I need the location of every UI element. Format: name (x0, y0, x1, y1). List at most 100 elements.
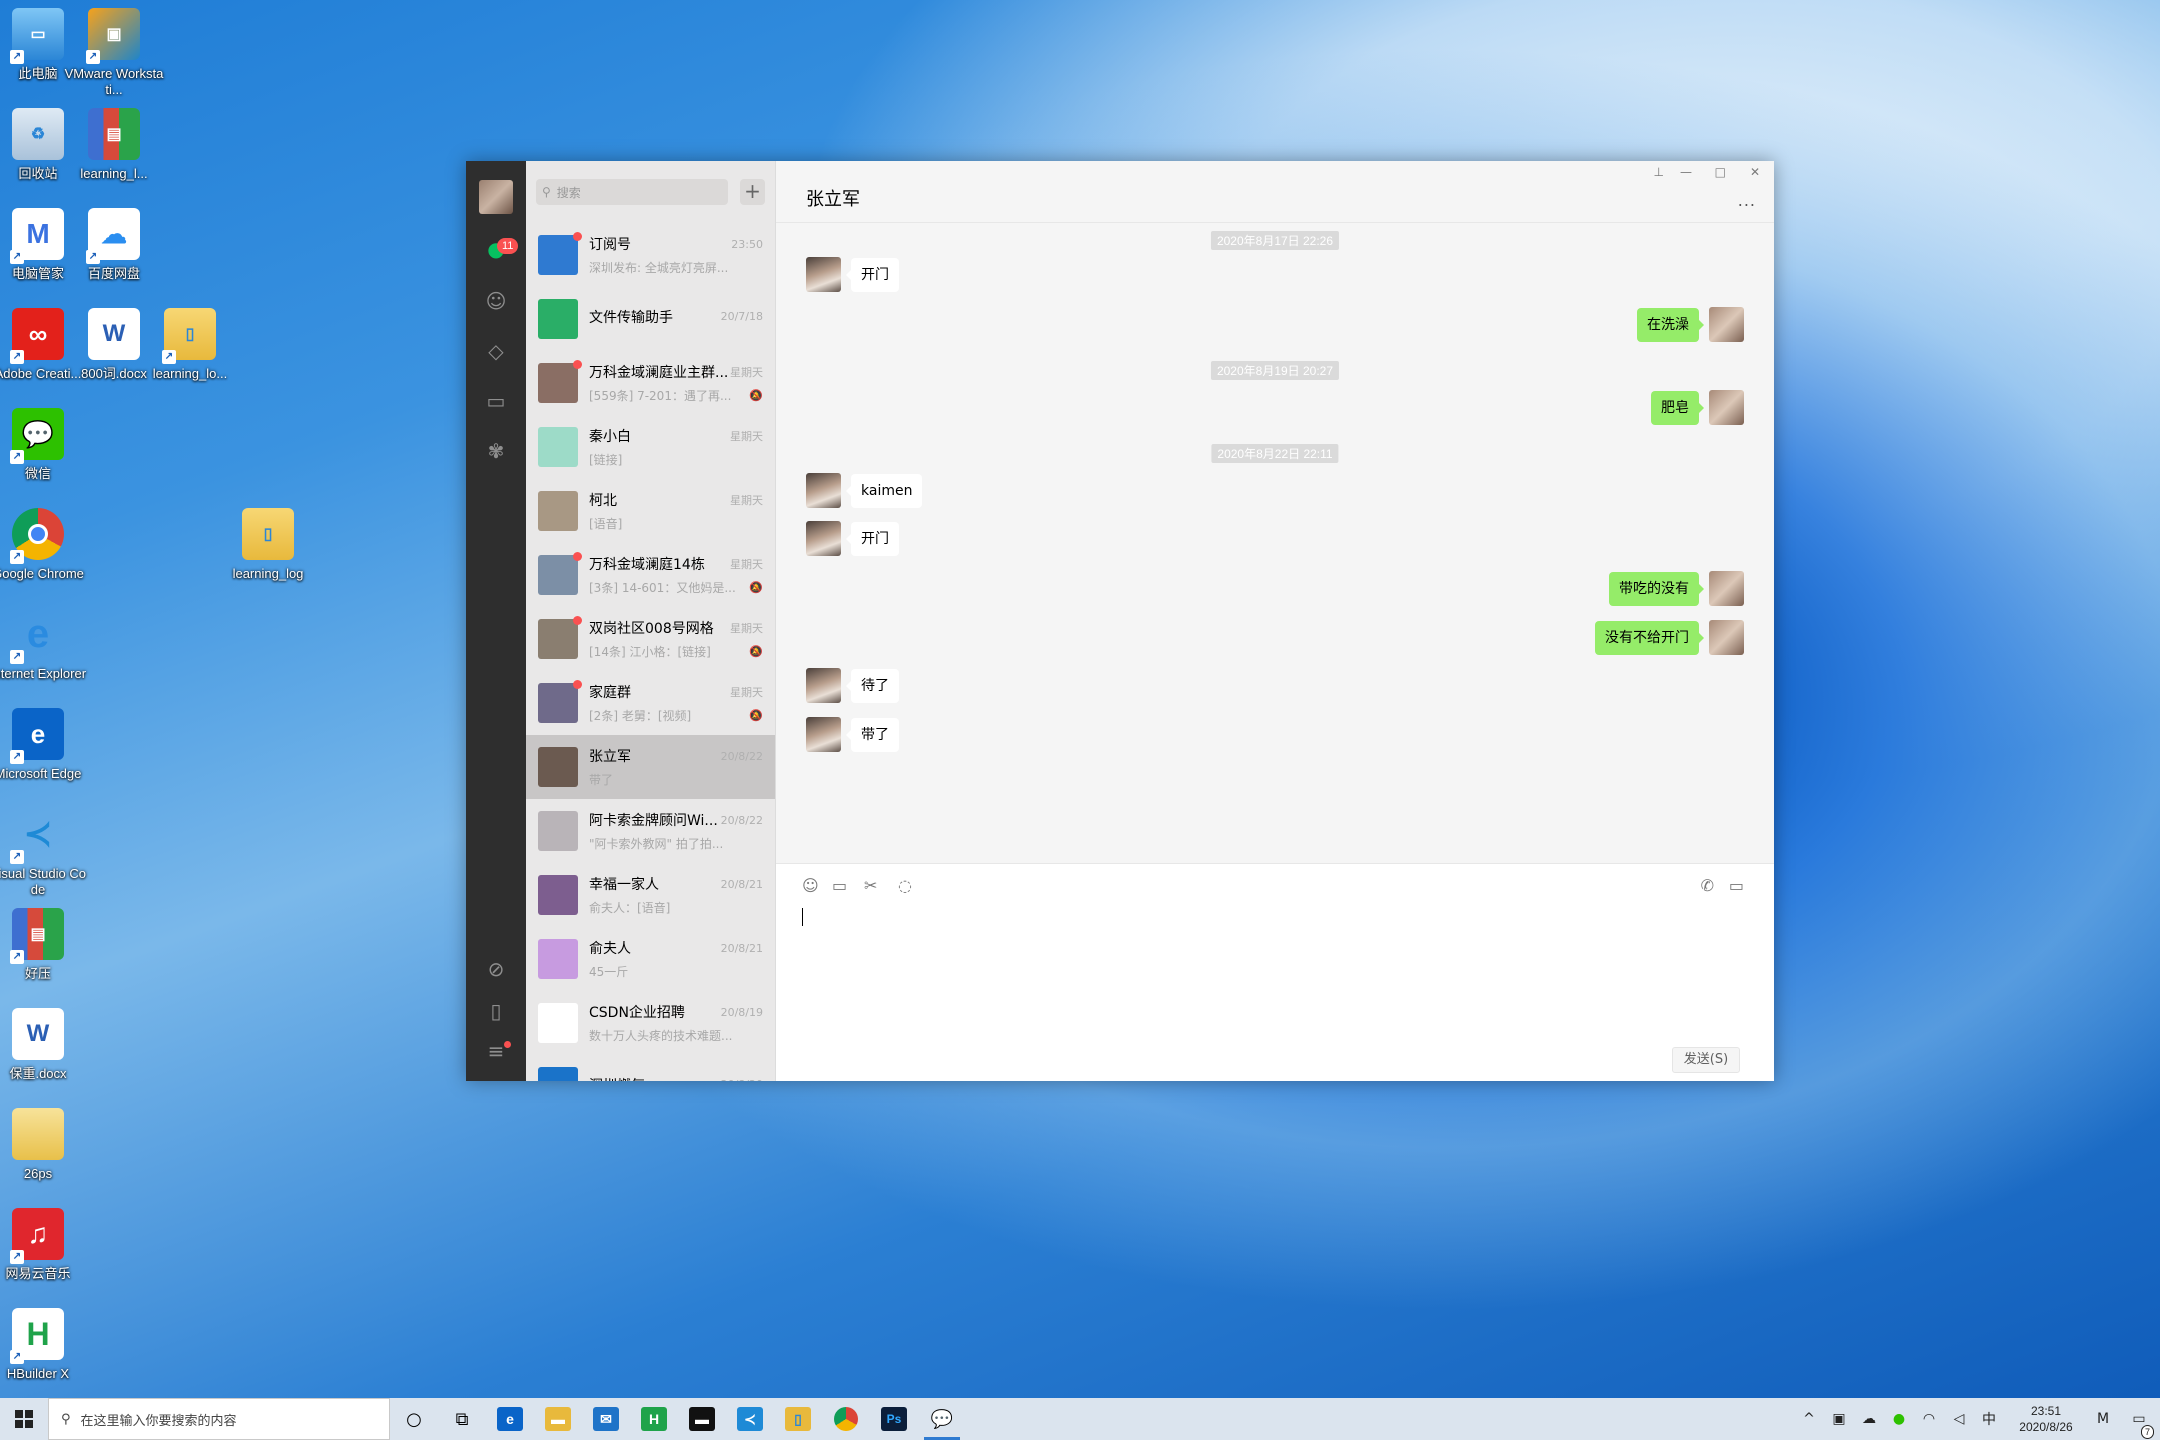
desktop-icon-docx[interactable]: W 保重.docx (0, 1008, 88, 1082)
emoji-icon[interactable]: ☺ (802, 876, 819, 895)
start-group-chat-button[interactable]: + (740, 179, 765, 205)
contact-avatar[interactable] (806, 521, 841, 556)
volume-icon[interactable]: ◁ (1944, 1411, 1974, 1427)
wifi-icon[interactable]: ◠ (1914, 1411, 1944, 1427)
desktop-icon-vscode[interactable]: ≺ Visual Studio Code (0, 808, 88, 898)
conversation-row-bottom: 数十万人头疼的技术难题... (589, 1027, 763, 1044)
voice-call-icon[interactable]: ✆ (1701, 876, 1714, 895)
contact-avatar[interactable] (806, 473, 841, 508)
taskbar-vscode[interactable]: ≺ (726, 1398, 774, 1440)
favorites-icon[interactable]: ◇ (484, 339, 508, 363)
mini-program-icon[interactable]: ⊘ (484, 957, 508, 981)
word-doc-icon: W (88, 308, 140, 360)
my-avatar[interactable] (1709, 390, 1744, 425)
chevron-up-icon[interactable]: ^ (1794, 1411, 1824, 1427)
clock[interactable]: 23:51 2020/8/26 (2004, 1403, 2088, 1435)
desktop-icon-baidu-netdisk[interactable]: ☁ 百度网盘 (64, 208, 164, 282)
pc-manager-tray-icon[interactable]: M (2088, 1411, 2118, 1427)
send-button[interactable]: 发送(S) (1672, 1047, 1740, 1073)
my-avatar[interactable] (479, 180, 513, 214)
message-bubble[interactable]: 肥皂 (1651, 390, 1704, 425)
conversation-item[interactable]: 阿卡索金牌顾问Wi... 20/8/22 "阿卡索外教网" 拍了拍... (526, 799, 775, 863)
conversation-item[interactable]: 万科金域澜庭业主群... 星期天 [559条] 7-201：遇了再... 🔕 (526, 351, 775, 415)
message-bubble[interactable]: 待了 (846, 668, 899, 703)
taskbar-folder[interactable]: ▯ (774, 1398, 822, 1440)
phone-icon[interactable]: ▯ (484, 999, 508, 1023)
vmware-tray-icon[interactable]: ▣ (1824, 1411, 1854, 1427)
onedrive-icon[interactable]: ☁ (1854, 1411, 1884, 1427)
action-center-button[interactable]: ▭ 7 (2118, 1411, 2160, 1439)
taskbar-file-explorer[interactable]: ▬ (534, 1398, 582, 1440)
conversation-list: 订阅号 23:50 深圳发布: 全城亮灯亮屏... 文件传输助手 20/7/18 万科金域… (526, 223, 775, 1081)
contacts-icon[interactable]: ☺ (484, 289, 508, 313)
desktop-icon-learning-archive[interactable]: ▤ learning_l... (64, 108, 164, 182)
taskbar-chrome[interactable] (822, 1398, 870, 1440)
taskbar-search-input[interactable]: ⚲ 在这里输入你要搜索的内容 (48, 1398, 390, 1440)
message-bubble[interactable]: 在洗澡 (1637, 307, 1704, 342)
close-button[interactable]: ✕ (1750, 165, 1760, 179)
conversation-row-bottom: 俞夫人：[语音] (589, 899, 763, 916)
conversation-item[interactable]: 文件传输助手 20/7/18 (526, 287, 775, 351)
taskbar-wechat[interactable]: 💬 (918, 1398, 966, 1440)
desktop-icon-learning-log[interactable]: ▯ learning_log (218, 508, 318, 582)
message-bubble[interactable]: 带吃的没有 (1609, 571, 1704, 606)
cortana-button[interactable]: ○ (390, 1398, 438, 1440)
start-button[interactable] (0, 1398, 48, 1440)
chat-history-icon[interactable]: ◌ (898, 876, 912, 895)
desktop-icon-learning-folder[interactable]: ▯ learning_lo... (140, 308, 240, 382)
taskbar-mail[interactable]: ✉ (582, 1398, 630, 1440)
chat-more-button[interactable]: ... (1738, 191, 1756, 210)
contact-avatar[interactable] (806, 668, 841, 703)
search-input[interactable]: ⚲ 搜索 (536, 179, 729, 205)
desktop-icon-chrome[interactable]: Google Chrome (0, 508, 88, 582)
conversation-item[interactable]: CSDN企业招聘 20/8/19 数十万人头疼的技术难题... (526, 991, 775, 1055)
my-avatar[interactable] (1709, 571, 1744, 606)
taskbar-terminal[interactable]: ▬ (678, 1398, 726, 1440)
conversation-item[interactable]: 订阅号 23:50 深圳发布: 全城亮灯亮屏... (526, 223, 775, 287)
desktop-icon-netease-music[interactable]: ♫ 网易云音乐 (0, 1208, 88, 1282)
maximize-button[interactable]: □ (1715, 165, 1726, 179)
conversation-item[interactable]: 秦小白 星期天 [链接] (526, 415, 775, 479)
ime-indicator[interactable]: 中 (1974, 1409, 2004, 1429)
desktop-icon-haozip[interactable]: ▤ 好压 (0, 908, 88, 982)
desktop-icon-edge[interactable]: e Microsoft Edge (0, 708, 88, 782)
taskbar-photoshop[interactable]: Ps (870, 1398, 918, 1440)
conversation-item[interactable]: 深圳燃气 20/8/20 (526, 1055, 775, 1081)
message-composer[interactable]: ☺ ▭ ✂ ◌ ✆ ▭ 发送(S) (776, 863, 1774, 1081)
pin-icon[interactable]: ⊥ (1654, 165, 1664, 179)
conversation-item[interactable]: 俞夫人 20/8/21 45一斤 (526, 927, 775, 991)
my-avatar[interactable] (1709, 620, 1744, 655)
message-bubble[interactable]: kaimen (845, 473, 923, 508)
file-icon[interactable]: ▭ (832, 876, 847, 895)
video-call-icon[interactable]: ▭ (1729, 876, 1744, 895)
message-bubble[interactable]: 开门 (846, 257, 899, 292)
conversation-item[interactable]: 幸福一家人 20/8/21 俞夫人：[语音] (526, 863, 775, 927)
message-bubble[interactable]: 没有不给开门 (1595, 620, 1704, 655)
minimize-button[interactable]: — (1680, 165, 1692, 179)
my-avatar[interactable] (1709, 307, 1744, 342)
clock-time: 23:51 (2030, 1404, 2062, 1418)
conversation-preview: [链接] (589, 453, 623, 467)
taskbar-edge[interactable]: e (486, 1398, 534, 1440)
desktop-icon-wechat[interactable]: 💬 微信 (0, 408, 88, 482)
desktop-icon-ie[interactable]: e Internet Explorer (0, 608, 88, 682)
moments-icon[interactable]: ✾ (484, 439, 508, 463)
conversation-item[interactable]: 张立军 20/8/22 带了 (526, 735, 775, 799)
screenshot-icon[interactable]: ✂ (864, 876, 877, 895)
conversation-name: 张立军 (589, 749, 631, 765)
contact-avatar[interactable] (806, 717, 841, 752)
taskbar-hbuilder[interactable]: H (630, 1398, 678, 1440)
desktop-icon-26ps[interactable]: 26ps (0, 1108, 88, 1182)
task-view-button[interactable]: ⧉ (438, 1398, 486, 1440)
message-bubble[interactable]: 带了 (846, 717, 899, 752)
message-bubble[interactable]: 开门 (846, 521, 899, 556)
wechat-tray-icon[interactable]: ● (1884, 1411, 1914, 1427)
desktop-icon-vmware[interactable]: ▣ VMware Workstati... (64, 8, 164, 98)
conversation-item[interactable]: 双岗社区008号网格 星期天 [14条] 江小格：[链接] 🔕 (526, 607, 775, 671)
conversation-item[interactable]: 万科金域澜庭14栋 星期天 [3条] 14-601：又他妈是... 🔕 (526, 543, 775, 607)
conversation-item[interactable]: 柯北 星期天 [语音] (526, 479, 775, 543)
contact-avatar[interactable] (806, 257, 841, 292)
conversation-item[interactable]: 家庭群 星期天 [2条] 老舅：[视频] 🔕 (526, 671, 775, 735)
files-icon[interactable]: ▭ (484, 389, 508, 413)
desktop-icon-hbuilder[interactable]: H HBuilder X (0, 1308, 88, 1382)
